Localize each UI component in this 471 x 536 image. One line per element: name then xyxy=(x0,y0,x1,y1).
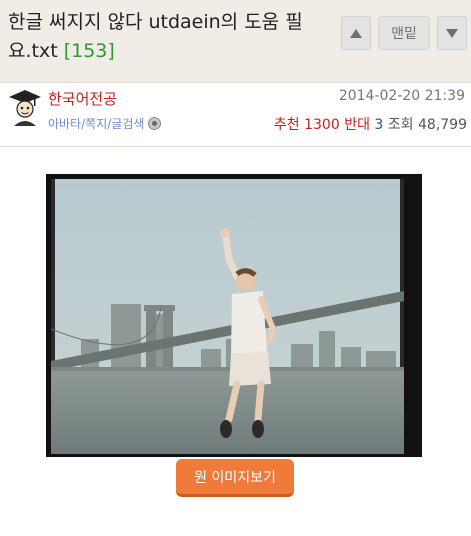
graduate-avatar-icon[interactable] xyxy=(8,88,42,126)
views-label: 조회 xyxy=(387,117,414,133)
post-datetime: 2014-02-20 21:39 xyxy=(338,88,465,104)
level-badge-icon xyxy=(148,117,162,130)
comment-count[interactable]: [153] xyxy=(64,40,115,62)
recommend-count: 1300 xyxy=(304,117,340,133)
post-title: 한글 써지지 않다 utdaein의 도움 필요.txt [153] xyxy=(8,8,328,66)
post-image[interactable] xyxy=(46,174,422,457)
scroll-up-button[interactable] xyxy=(341,16,371,50)
post-header: 한글 써지지 않다 utdaein의 도움 필요.txt [153] 맨밑 xyxy=(0,0,471,82)
author-links-text[interactable]: 아바타/쪽지/글검색 xyxy=(48,117,144,131)
meta-divider xyxy=(0,146,471,147)
oppose-label: 반대 xyxy=(344,117,370,133)
triangle-up-icon xyxy=(350,28,362,38)
author-name[interactable]: 한국어전공 xyxy=(48,88,117,109)
header-divider xyxy=(0,82,471,83)
jumping-boy-photo xyxy=(51,179,404,454)
post-stats: 추천 1300 반대 3 조회 48,799 xyxy=(274,114,467,134)
scroll-down-button[interactable] xyxy=(437,16,467,50)
view-original-image-button[interactable]: 원 이미지보기 xyxy=(176,459,294,497)
oppose-count: 3 xyxy=(374,117,384,133)
scroll-bottom-button[interactable]: 맨밑 xyxy=(378,16,430,50)
post-title-text: 한글 써지지 않다 utdaein의 도움 필요.txt xyxy=(8,11,303,62)
author-links: 아바타/쪽지/글검색 xyxy=(48,115,162,132)
recommend-label: 추천 xyxy=(273,117,300,133)
views-count: 48,799 xyxy=(418,117,467,133)
triangle-down-icon xyxy=(446,28,458,38)
